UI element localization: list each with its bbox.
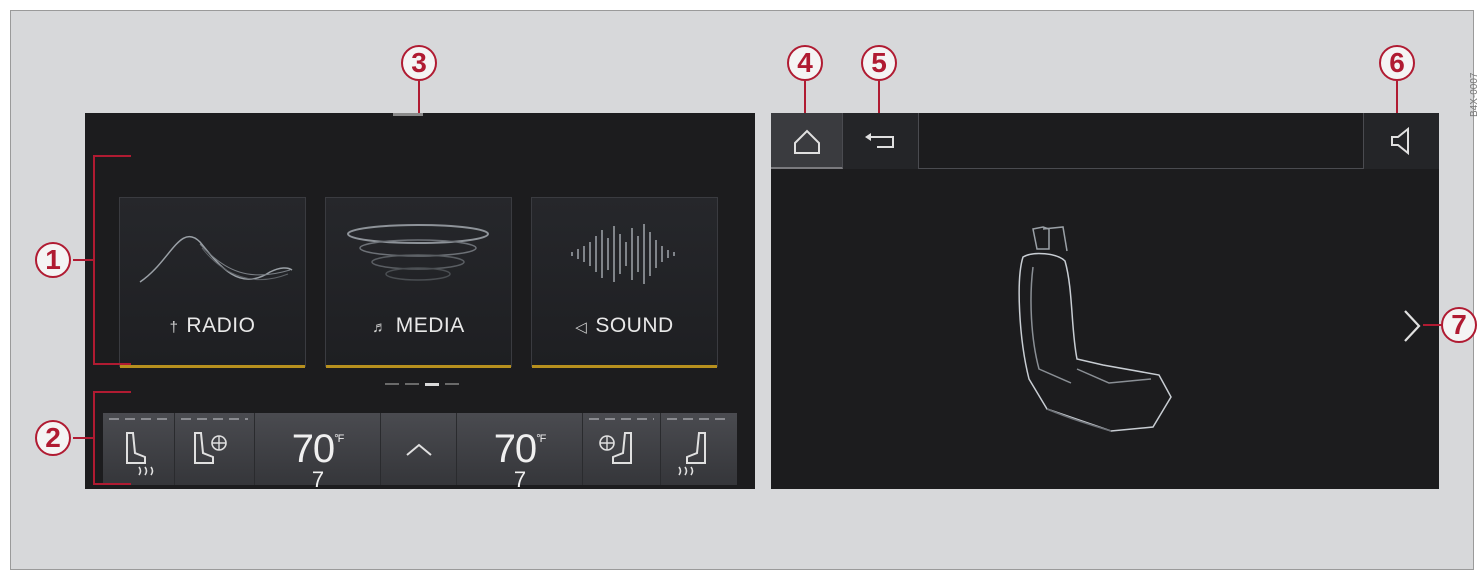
callout-7-leader [1423, 324, 1443, 326]
climate-bar: 70°F 7 70°F 7 [103, 413, 737, 490]
seat-illustration [1018, 226, 1172, 432]
sound-text: SOUND [595, 314, 674, 337]
media-text: MEDIA [395, 314, 465, 337]
music-note-icon: ♬ [372, 319, 388, 336]
callout-7: 7 [1441, 307, 1477, 343]
radio-label: † RADIO [120, 314, 305, 338]
page-dot-active[interactable] [425, 383, 439, 386]
page-dot[interactable] [405, 383, 419, 385]
left-temperature-display: 70°F 7 [255, 427, 380, 517]
right-temperature-control[interactable]: 70°F 7 [457, 413, 583, 490]
seat-ventilation-icon [599, 432, 632, 464]
callout-5: 5 [861, 45, 897, 81]
seat-ventilation-icon [194, 432, 227, 464]
right-seat-heat-button[interactable] [661, 413, 737, 485]
callout-4: 4 [787, 45, 823, 81]
media-label: ♬ MEDIA [326, 314, 511, 338]
left-seat-vent-button[interactable] [175, 413, 255, 485]
waveform-art [571, 224, 675, 284]
level-indicator [667, 418, 731, 420]
left-temp-value: 70 [291, 427, 335, 471]
home-icon [794, 129, 820, 154]
page-dot[interactable] [385, 383, 399, 385]
right-temp-unit-text: °F [536, 432, 546, 445]
speaker-icon [1391, 126, 1409, 156]
illustration-frame: † RADIO ♬ MEDIA ◁ SOUND 70°F 7 70°F 7 1 … [10, 10, 1480, 570]
figure-code: B4X-0007 [1469, 72, 1480, 117]
left-temperature-control[interactable]: 70°F 7 [255, 413, 381, 490]
callout-1-leader [73, 259, 95, 261]
radio-text: RADIO [186, 314, 256, 337]
radio-accent-bar [120, 365, 305, 368]
right-temp-value: 70 [493, 427, 537, 471]
right-seat-vent-button[interactable] [583, 413, 661, 485]
callout-5-leader [878, 81, 880, 113]
callout-6-leader [1396, 81, 1398, 113]
left-temp-unit-text: °F [334, 432, 344, 445]
callout-6: 6 [1379, 45, 1415, 81]
top-bar [771, 113, 1439, 169]
sound-tile[interactable]: ◁ SOUND [531, 197, 718, 368]
right-temp-decimal: 7 [513, 466, 526, 492]
level-indicator [589, 418, 654, 420]
disc-art [347, 224, 489, 281]
level-indicator [181, 418, 248, 420]
drag-handle[interactable] [393, 113, 423, 116]
radio-wave-art [139, 235, 293, 283]
right-temperature-display: 70°F 7 [457, 427, 582, 517]
right-display [771, 113, 1439, 489]
back-button[interactable] [843, 113, 919, 169]
radio-tile[interactable]: † RADIO [119, 197, 306, 368]
callout-1: 1 [35, 242, 71, 278]
left-display: † RADIO ♬ MEDIA ◁ SOUND 70°F 7 70°F 7 [85, 113, 755, 490]
chevron-up-icon [406, 443, 432, 456]
callout-3: 3 [401, 45, 437, 81]
seat-heat-icon [678, 432, 706, 476]
speaker-icon: ◁ [575, 319, 588, 336]
left-temp-decimal: 7 [311, 466, 324, 492]
callout-2-leader [73, 437, 95, 439]
sound-accent-bar [532, 365, 717, 368]
callout-2: 2 [35, 420, 71, 456]
callout-3-leader [418, 81, 420, 113]
media-accent-bar [326, 365, 511, 368]
back-icon [865, 133, 894, 148]
home-button[interactable] [771, 113, 843, 169]
bracket-2 [93, 391, 131, 485]
sound-label: ◁ SOUND [532, 314, 717, 338]
antenna-icon: † [169, 319, 179, 336]
callout-4-leader [804, 81, 806, 113]
media-tile[interactable]: ♬ MEDIA [325, 197, 512, 368]
mute-button[interactable] [1363, 113, 1439, 169]
chevron-right-icon[interactable] [1401, 309, 1425, 343]
climate-expand-button[interactable] [381, 413, 457, 485]
bracket-1 [93, 155, 131, 365]
page-dot[interactable] [445, 383, 459, 385]
